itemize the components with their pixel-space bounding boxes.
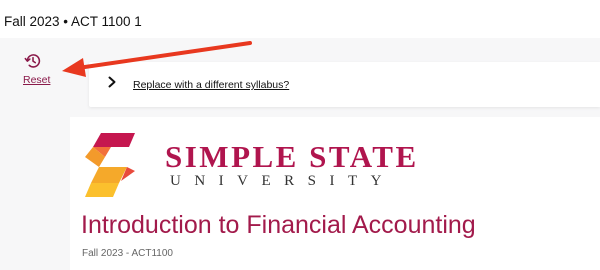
history-icon xyxy=(24,54,41,68)
course-title: Introduction to Financial Accounting xyxy=(81,211,476,239)
course-subtitle: Fall 2023 - ACT1100 xyxy=(82,248,173,259)
reset-label: Reset xyxy=(23,74,51,86)
reset-button[interactable]: Reset xyxy=(20,52,60,96)
course-header: Fall 2023 • ACT 1100 1 xyxy=(4,14,142,29)
replace-syllabus-panel: Replace with a different syllabus? xyxy=(89,62,600,107)
chevron-right-icon[interactable] xyxy=(107,76,117,88)
university-logo-icon xyxy=(85,133,135,197)
university-name: SIMPLE STATE xyxy=(165,139,419,174)
university-subtitle: UNIVERSITY xyxy=(170,173,395,189)
replace-syllabus-link[interactable]: Replace with a different syllabus? xyxy=(133,79,289,91)
syllabus-card: SIMPLE STATE UNIVERSITY Introduction to … xyxy=(70,117,600,270)
